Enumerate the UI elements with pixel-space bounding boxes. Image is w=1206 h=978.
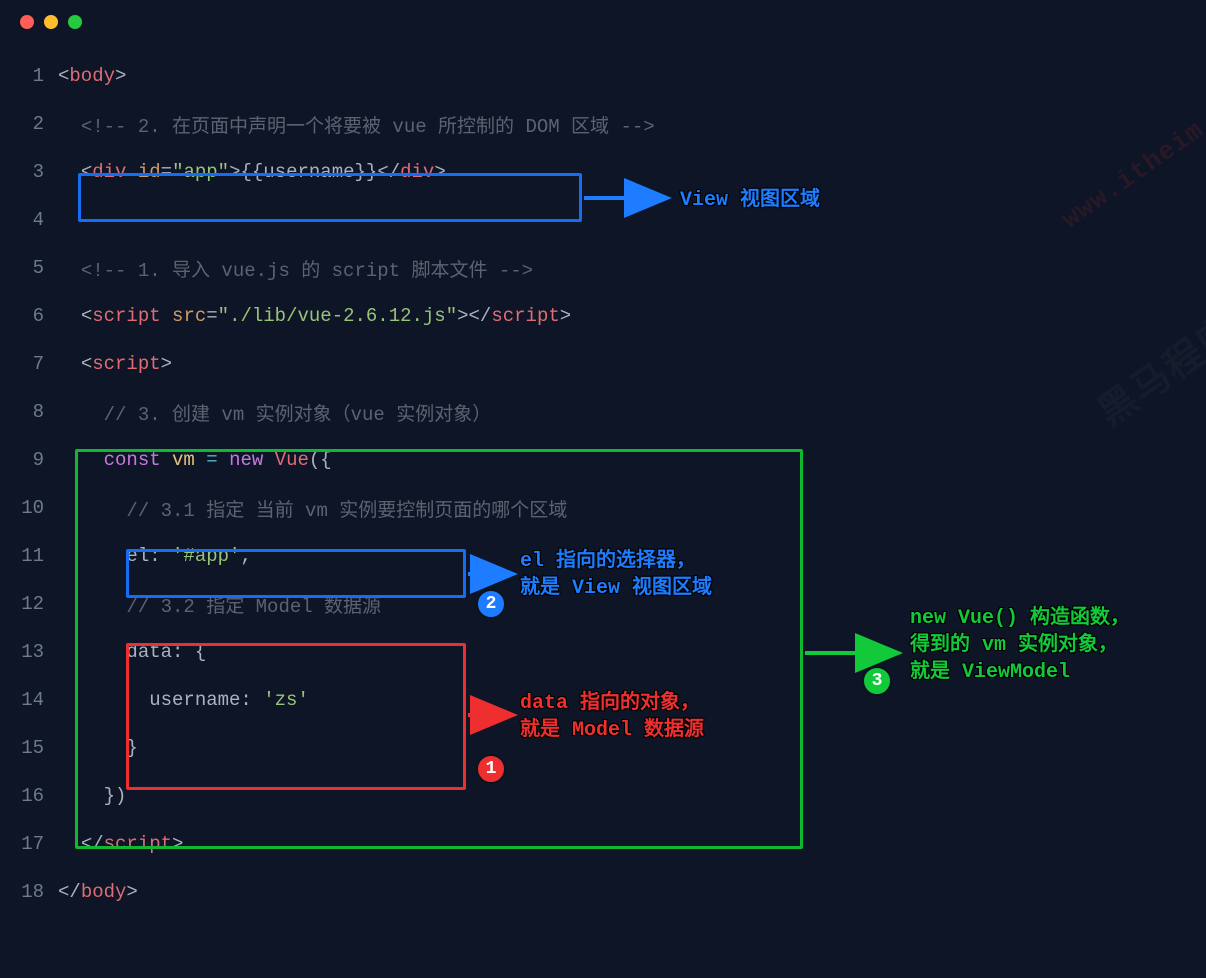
code-editor: 1<body>2 <!-- 2. 在页面中声明一个将要被 vue 所控制的 DO… [0,44,1206,916]
code-content: </body> [58,881,138,903]
code-line: 18</body> [0,868,1206,916]
line-number: 8 [0,401,58,423]
code-content: const vm = new Vue({ [58,449,332,471]
line-number: 1 [0,65,58,87]
line-number: 14 [0,689,58,711]
annotation-viewmodel: new Vue() 构造函数，得到的 vm 实例对象，就是 ViewModel [910,605,1130,686]
code-line: 1<body> [0,52,1206,100]
line-number: 18 [0,881,58,903]
code-content: username: 'zs' [58,689,309,711]
line-number: 16 [0,785,58,807]
code-content: // 3. 创建 vm 实例对象（vue 实例对象） [58,399,491,426]
code-content: } [58,737,138,759]
close-icon[interactable] [20,15,34,29]
code-line: 10 // 3.1 指定 当前 vm 实例要控制页面的哪个区域 [0,484,1206,532]
line-number: 7 [0,353,58,375]
titlebar [0,0,1206,44]
line-number: 11 [0,545,58,567]
code-line: 3 <div id="app">{{username}}</div> [0,148,1206,196]
code-line: 17 </script> [0,820,1206,868]
code-line: 6 <script src="./lib/vue-2.6.12.js"></sc… [0,292,1206,340]
line-number: 15 [0,737,58,759]
badge-1: 1 [476,754,506,784]
badge-3: 3 [862,666,892,696]
annotation-el: el 指向的选择器，就是 View 视图区域 [520,548,712,602]
annotation-data: data 指向的对象，就是 Model 数据源 [520,690,704,744]
code-content: <body> [58,65,126,87]
code-line: 5 <!-- 1. 导入 vue.js 的 script 脚本文件 --> [0,244,1206,292]
code-line: 4 [0,196,1206,244]
code-content: el: '#app', [58,545,252,567]
code-line: 2 <!-- 2. 在页面中声明一个将要被 vue 所控制的 DOM 区域 --… [0,100,1206,148]
line-number: 3 [0,161,58,183]
code-content: <script src="./lib/vue-2.6.12.js"></scri… [58,305,571,327]
code-line: 9 const vm = new Vue({ [0,436,1206,484]
code-content: <!-- 1. 导入 vue.js 的 script 脚本文件 --> [58,255,533,282]
line-number: 9 [0,449,58,471]
minimize-icon[interactable] [44,15,58,29]
line-number: 2 [0,113,58,135]
code-content: // 3.1 指定 当前 vm 实例要控制页面的哪个区域 [58,495,567,522]
line-number: 5 [0,257,58,279]
code-content: data: { [58,641,206,663]
line-number: 13 [0,641,58,663]
code-content: // 3.2 指定 Model 数据源 [58,591,381,618]
code-line: 7 <script> [0,340,1206,388]
line-number: 10 [0,497,58,519]
code-line: 16 }) [0,772,1206,820]
badge-2: 2 [476,589,506,619]
code-content: <!-- 2. 在页面中声明一个将要被 vue 所控制的 DOM 区域 --> [58,111,655,138]
annotation-view: View 视图区域 [680,187,820,214]
line-number: 6 [0,305,58,327]
line-number: 12 [0,593,58,615]
line-number: 4 [0,209,58,231]
code-line: 8 // 3. 创建 vm 实例对象（vue 实例对象） [0,388,1206,436]
line-number: 17 [0,833,58,855]
code-content: <script> [58,353,172,375]
code-content: <div id="app">{{username}}</div> [58,161,446,183]
zoom-icon[interactable] [68,15,82,29]
code-content: </script> [58,833,183,855]
code-content: }) [58,785,126,807]
